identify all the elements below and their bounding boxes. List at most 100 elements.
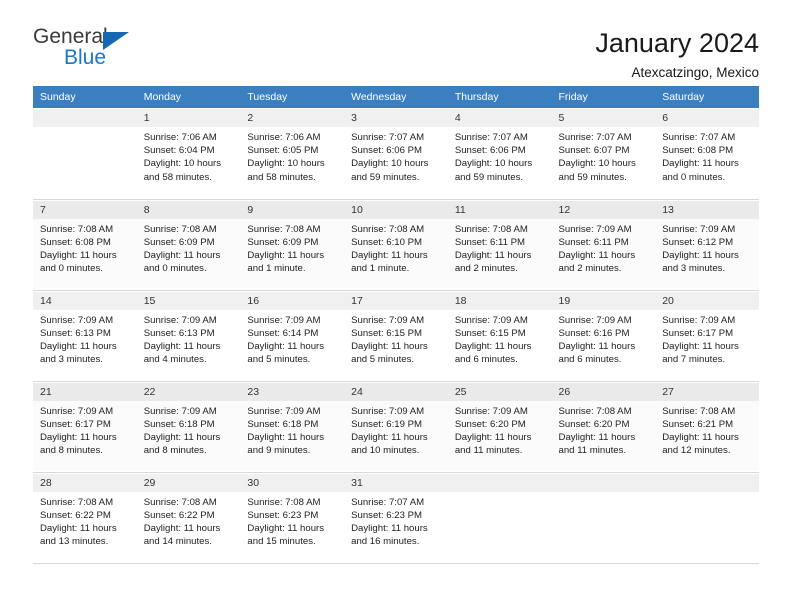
- calendar-day-cell[interactable]: 19 Sunrise: 7:09 AM Sunset: 6:16 PM Dayligh…: [551, 290, 656, 380]
- calendar-day-cell[interactable]: 18 Sunrise: 7:09 AM Sunset: 6:15 PM Dayligh…: [447, 290, 552, 380]
- calendar-empty-cell: [447, 472, 552, 562]
- calendar-day-cell[interactable]: 23 Sunrise: 7:09 AM Sunset: 6:18 PM Dayligh…: [240, 381, 345, 471]
- calendar-day-cell[interactable]: 11 Sunrise: 7:08 AM Sunset: 6:11 PM Dayligh…: [447, 199, 552, 289]
- daylight-text-cont: and 5 minutes.: [247, 354, 311, 366]
- sunset-text: Sunset: 6:08 PM: [40, 236, 111, 248]
- sunset-text: Sunset: 6:22 PM: [143, 509, 215, 521]
- sunset-text: Sunset: 6:08 PM: [662, 145, 734, 157]
- sunset-text: Sunset: 6:13 PM: [143, 327, 215, 339]
- daylight-text: Daylight: 11 hours: [351, 340, 428, 352]
- calendar-day-cell[interactable]: 27 Sunrise: 7:08 AM Sunset: 6:21 PM Dayligh…: [655, 381, 759, 471]
- day-details: Sunrise: 7:06 AM Sunset: 6:05 PM Daylight:…: [240, 127, 344, 184]
- daylight-text-cont: and 0 minutes.: [662, 171, 726, 183]
- calendar-day-cell[interactable]: 28 Sunrise: 7:08 AM Sunset: 6:22 PM Dayligh…: [33, 472, 137, 562]
- day-number: 26: [551, 381, 656, 401]
- daylight-text: Daylight: 11 hours: [558, 249, 636, 261]
- weekday-header-tuesday: Tuesday: [240, 86, 345, 108]
- daylight-text: Daylight: 11 hours: [247, 340, 325, 352]
- daylight-text: Daylight: 11 hours: [247, 431, 325, 443]
- daylight-text: Daylight: 10 hours: [454, 158, 533, 170]
- calendar-day-cell[interactable]: 2 Sunrise: 7:06 AM Sunset: 6:05 PM Daylight…: [240, 108, 345, 198]
- calendar-day-cell[interactable]: 5 Sunrise: 7:07 AM Sunset: 6:07 PM Daylight…: [551, 108, 656, 198]
- day-details: Sunrise: 7:08 AM Sunset: 6:22 PM Daylight:…: [137, 492, 241, 549]
- day-details: Sunrise: 7:09 AM Sunset: 6:17 PM Daylight:…: [33, 401, 137, 458]
- day-number: 23: [240, 381, 345, 401]
- calendar-day-cell[interactable]: 24 Sunrise: 7:09 AM Sunset: 6:19 PM Dayligh…: [344, 381, 448, 471]
- daylight-text-cont: and 13 minutes.: [40, 536, 109, 548]
- calendar-day-cell[interactable]: 8 Sunrise: 7:08 AM Sunset: 6:09 PM Daylight…: [136, 199, 241, 289]
- sunrise-text: Sunrise: 7:09 AM: [558, 223, 632, 235]
- daylight-text: Daylight: 11 hours: [662, 340, 739, 352]
- calendar-day-cell[interactable]: 14 Sunrise: 7:09 AM Sunset: 6:13 PM Dayligh…: [33, 290, 137, 380]
- calendar-day-cell[interactable]: 31 Sunrise: 7:07 AM Sunset: 6:23 PM Dayligh…: [344, 472, 448, 562]
- general-blue-logo[interactable]: General Blue: [33, 26, 143, 74]
- day-number: 21: [33, 381, 137, 401]
- daylight-text-cont: and 59 minutes.: [558, 171, 627, 183]
- calendar-empty-cell: [551, 472, 656, 562]
- daylight-text-cont: and 11 minutes.: [454, 445, 523, 457]
- day-details: Sunrise: 7:09 AM Sunset: 6:15 PM Daylight:…: [344, 310, 448, 367]
- day-number: 9: [240, 199, 345, 219]
- day-details: Sunrise: 7:08 AM Sunset: 6:22 PM Daylight:…: [33, 492, 137, 549]
- calendar-empty-cell: [655, 472, 759, 562]
- calendar-day-cell[interactable]: 30 Sunrise: 7:08 AM Sunset: 6:23 PM Dayligh…: [240, 472, 345, 562]
- calendar-day-cell[interactable]: 26 Sunrise: 7:08 AM Sunset: 6:20 PM Dayligh…: [551, 381, 656, 471]
- day-details: Sunrise: 7:07 AM Sunset: 6:23 PM Daylight:…: [344, 492, 448, 549]
- calendar-week-row: 7 Sunrise: 7:08 AM Sunset: 6:08 PM Daylight…: [33, 199, 759, 289]
- week-separator: [33, 562, 759, 564]
- sunrise-text: Sunrise: 7:08 AM: [454, 223, 528, 235]
- sunset-text: Sunset: 6:09 PM: [143, 236, 215, 248]
- title-block: January 2024 Atexcatzingo, Mexico: [595, 26, 759, 80]
- logo-text-general: General: [33, 25, 108, 48]
- day-number: 25: [447, 381, 552, 401]
- calendar-day-cell[interactable]: 13 Sunrise: 7:09 AM Sunset: 6:12 PM Dayligh…: [655, 199, 759, 289]
- day-details: Sunrise: 7:09 AM Sunset: 6:19 PM Daylight:…: [344, 401, 448, 458]
- sunrise-text: Sunrise: 7:08 AM: [40, 496, 114, 508]
- calendar-day-cell[interactable]: 1 Sunrise: 7:06 AM Sunset: 6:04 PM Daylight…: [136, 108, 241, 198]
- daylight-text: Daylight: 10 hours: [351, 158, 429, 170]
- daylight-text: Daylight: 11 hours: [40, 431, 117, 443]
- day-number: 29: [136, 472, 241, 492]
- daylight-text: Daylight: 11 hours: [143, 249, 221, 261]
- daylight-text: Daylight: 11 hours: [351, 431, 428, 443]
- day-details: Sunrise: 7:08 AM Sunset: 6:20 PM Daylight:…: [552, 401, 656, 458]
- calendar-day-cell[interactable]: 29 Sunrise: 7:08 AM Sunset: 6:22 PM Dayligh…: [136, 472, 241, 562]
- daylight-text-cont: and 14 minutes.: [143, 536, 212, 548]
- calendar-day-cell[interactable]: 16 Sunrise: 7:09 AM Sunset: 6:14 PM Dayligh…: [240, 290, 345, 380]
- daylight-text-cont: and 4 minutes.: [143, 354, 207, 366]
- day-number: [655, 472, 759, 492]
- calendar-day-cell[interactable]: 25 Sunrise: 7:09 AM Sunset: 6:20 PM Dayligh…: [447, 381, 552, 471]
- daylight-text: Daylight: 11 hours: [454, 249, 532, 261]
- calendar-day-cell[interactable]: 21 Sunrise: 7:09 AM Sunset: 6:17 PM Dayligh…: [33, 381, 137, 471]
- sunset-text: Sunset: 6:05 PM: [247, 145, 319, 157]
- calendar-day-cell[interactable]: 17 Sunrise: 7:09 AM Sunset: 6:15 PM Dayligh…: [344, 290, 448, 380]
- sunset-text: Sunset: 6:06 PM: [351, 145, 423, 157]
- calendar-day-cell[interactable]: 10 Sunrise: 7:08 AM Sunset: 6:10 PM Dayligh…: [344, 199, 448, 289]
- calendar-day-cell[interactable]: 20 Sunrise: 7:09 AM Sunset: 6:17 PM Dayligh…: [655, 290, 759, 380]
- sunrise-text: Sunrise: 7:09 AM: [247, 314, 321, 326]
- calendar-day-cell[interactable]: 12 Sunrise: 7:09 AM Sunset: 6:11 PM Dayligh…: [551, 199, 656, 289]
- calendar-day-cell[interactable]: 4 Sunrise: 7:07 AM Sunset: 6:06 PM Daylight…: [447, 108, 552, 198]
- sunset-text: Sunset: 6:17 PM: [662, 327, 734, 339]
- daylight-text-cont: and 9 minutes.: [247, 445, 311, 457]
- calendar-day-cell[interactable]: 22 Sunrise: 7:09 AM Sunset: 6:18 PM Dayligh…: [136, 381, 241, 471]
- sunrise-text: Sunrise: 7:08 AM: [558, 405, 632, 417]
- calendar-day-cell[interactable]: 15 Sunrise: 7:09 AM Sunset: 6:13 PM Dayligh…: [136, 290, 241, 380]
- daylight-text: Daylight: 11 hours: [351, 249, 428, 261]
- sunrise-text: Sunrise: 7:09 AM: [662, 314, 736, 326]
- daylight-text: Daylight: 11 hours: [662, 431, 739, 443]
- day-number: 15: [136, 290, 241, 310]
- day-details: Sunrise: 7:09 AM Sunset: 6:13 PM Daylight:…: [137, 310, 241, 367]
- daylight-text: Daylight: 11 hours: [558, 340, 636, 352]
- daylight-text: Daylight: 11 hours: [247, 522, 325, 534]
- calendar-day-cell[interactable]: 6 Sunrise: 7:07 AM Sunset: 6:08 PM Daylight…: [655, 108, 759, 198]
- calendar-week-row: 21 Sunrise: 7:09 AM Sunset: 6:17 PM Dayligh…: [33, 381, 759, 471]
- calendar-table: Sunday Monday Tuesday Wednesday Thursday…: [33, 86, 759, 564]
- calendar-day-cell[interactable]: 3 Sunrise: 7:07 AM Sunset: 6:06 PM Daylight…: [344, 108, 448, 198]
- sunrise-text: Sunrise: 7:09 AM: [351, 314, 425, 326]
- day-number: 19: [551, 290, 656, 310]
- daylight-text-cont: and 58 minutes.: [143, 171, 212, 183]
- calendar-day-cell[interactable]: 9 Sunrise: 7:08 AM Sunset: 6:09 PM Daylight…: [240, 199, 345, 289]
- day-details: Sunrise: 7:07 AM Sunset: 6:07 PM Daylight:…: [552, 127, 656, 184]
- calendar-day-cell[interactable]: 7 Sunrise: 7:08 AM Sunset: 6:08 PM Daylight…: [33, 199, 137, 289]
